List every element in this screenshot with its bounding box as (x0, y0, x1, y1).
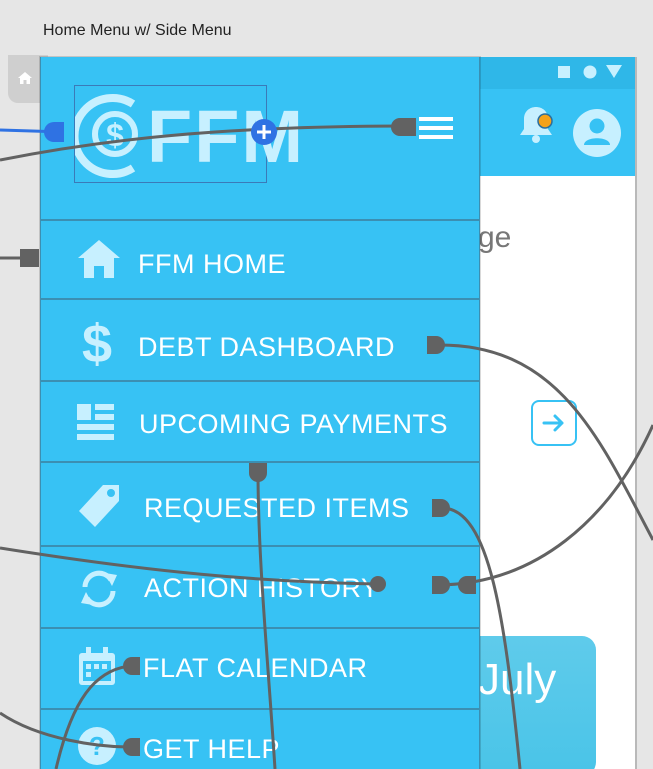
link-connector[interactable] (249, 463, 267, 482)
link-connector[interactable] (20, 249, 39, 267)
link-connector[interactable] (391, 118, 416, 136)
link-connector[interactable] (427, 336, 445, 354)
link-connector[interactable] (370, 576, 386, 592)
link-connector[interactable] (123, 657, 140, 675)
link-connector[interactable] (432, 499, 450, 517)
link-connector[interactable] (123, 738, 140, 756)
add-link-plus-icon[interactable] (251, 119, 277, 145)
prototype-links-overlay (0, 118, 653, 769)
link-connector[interactable] (432, 576, 450, 594)
selected-link-connector[interactable] (44, 122, 64, 142)
link-connector[interactable] (458, 576, 476, 594)
